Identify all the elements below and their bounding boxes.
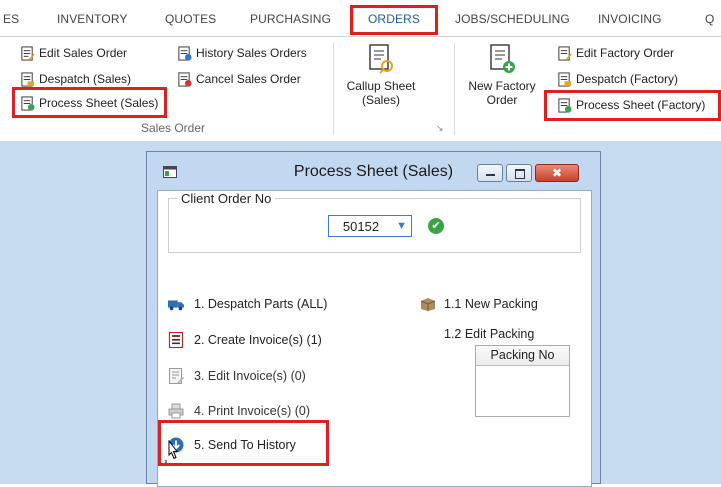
edit-invoice-label: 3. Edit Invoice(s) (0): [194, 369, 306, 383]
document-cancel-icon: [178, 71, 192, 87]
edit-sales-order-button[interactable]: Edit Sales Order: [20, 43, 127, 63]
close-icon: ✖: [551, 166, 563, 180]
despatch-parts-action[interactable]: 1. Despatch Parts (ALL): [168, 294, 327, 314]
group-separator-2: [454, 43, 455, 135]
packing-column-header[interactable]: Packing No: [476, 346, 569, 366]
invoice-icon: [168, 332, 184, 348]
dialog-title: Process Sheet (Sales): [293, 163, 454, 180]
checkmark-icon[interactable]: ✔: [428, 218, 444, 234]
tab-purchasing[interactable]: PURCHASING: [250, 12, 331, 26]
tab-es[interactable]: ES: [3, 12, 19, 26]
document-edit-icon: [558, 45, 572, 61]
new-factory-order-button[interactable]: New Factory Order: [462, 43, 542, 107]
despatch-factory-label: Despatch (Factory): [576, 72, 679, 86]
tab-invoicing[interactable]: INVOICING: [598, 12, 662, 26]
tab-quotes[interactable]: QUOTES: [165, 12, 216, 26]
client-order-value: 50152: [342, 219, 380, 234]
despatch-parts-label: 1. Despatch Parts (ALL): [194, 297, 328, 311]
cancel-sales-order-label: Cancel Sales Order: [196, 72, 301, 86]
close-button[interactable]: ✖: [535, 164, 579, 182]
client-order-label: Client Order No: [181, 191, 272, 206]
new-packing-action[interactable]: 1.1 New Packing: [420, 294, 538, 314]
new-document-icon: [490, 44, 515, 73]
maximize-button[interactable]: [506, 164, 532, 182]
callup-sheet-icon: [369, 44, 393, 74]
orders-tab-highlight: [350, 5, 438, 35]
tab-jobs-scheduling[interactable]: JOBS/SCHEDULING: [455, 12, 570, 26]
document-despatch-icon: [558, 71, 572, 87]
packing-list[interactable]: Packing No: [475, 345, 570, 417]
edit-factory-order-label: Edit Factory Order: [576, 46, 675, 60]
despatch-factory-button[interactable]: Despatch (Factory): [557, 69, 678, 89]
sales-order-group-label: Sales Order: [141, 121, 206, 135]
process-sheet-dialog: Process Sheet (Sales) ✖ Client Order No …: [146, 151, 601, 487]
mouse-cursor-icon: [165, 440, 179, 463]
printer-icon: [168, 403, 184, 419]
edit-packing-action[interactable]: 1.2 Edit Packing: [444, 324, 534, 344]
document-history-icon: [178, 45, 192, 61]
edit-invoice-action[interactable]: 3. Edit Invoice(s) (0): [168, 366, 306, 386]
tab-inventory[interactable]: INVENTORY: [57, 12, 127, 26]
edit-sales-order-label: Edit Sales Order: [39, 46, 128, 60]
send-to-history-highlight: [158, 420, 329, 466]
callup-sheet-sales-button[interactable]: Callup Sheet (Sales): [343, 43, 419, 107]
history-sales-orders-label: History Sales Orders: [196, 46, 307, 60]
process-sheet-sales-highlight: [12, 87, 167, 118]
new-factory-label-1: New Factory: [468, 79, 536, 93]
callup-sheet-label-1: Callup Sheet: [346, 79, 416, 93]
print-invoice-action[interactable]: 4. Print Invoice(s) (0): [168, 401, 310, 421]
ribbon-panel: Edit Sales Order History Sales Orders De…: [0, 36, 721, 142]
group-separator: [333, 43, 334, 135]
ribbon-tab-bar: ES INVENTORY QUOTES PURCHASING ORDERS JO…: [0, 0, 721, 36]
despatch-sales-button[interactable]: Despatch (Sales): [20, 69, 131, 89]
maximize-icon: [515, 169, 525, 179]
edit-factory-order-button[interactable]: Edit Factory Order: [557, 43, 674, 63]
process-sheet-factory-highlight: [544, 90, 721, 121]
chevron-down-icon[interactable]: ▼: [396, 220, 407, 232]
tab-truncated[interactable]: Q: [705, 12, 714, 26]
document-despatch-icon: [21, 71, 35, 87]
print-invoice-label: 4. Print Invoice(s) (0): [194, 404, 311, 418]
create-invoice-label: 2. Create Invoice(s) (1): [194, 333, 322, 347]
callup-sheet-label-2: (Sales): [361, 93, 400, 107]
new-packing-label: 1.1 New Packing: [444, 297, 538, 311]
new-factory-label-2: Order: [486, 93, 518, 107]
minimize-icon: [486, 174, 495, 176]
despatch-sales-label: Despatch (Sales): [39, 72, 132, 86]
truck-icon: [168, 300, 184, 311]
cancel-sales-order-button[interactable]: Cancel Sales Order: [177, 69, 301, 89]
minimize-button[interactable]: [477, 164, 503, 182]
edit-packing-label: 1.2 Edit Packing: [444, 327, 535, 341]
document-edit-icon: [21, 45, 35, 61]
box-icon: [420, 298, 436, 311]
create-invoice-action[interactable]: 2. Create Invoice(s) (1): [168, 330, 322, 350]
edit-document-icon: [169, 368, 184, 384]
group-launcher-icon[interactable]: ↘: [436, 123, 444, 134]
history-sales-orders-button[interactable]: History Sales Orders: [177, 43, 307, 63]
client-order-combobox[interactable]: 50152 ▼: [328, 215, 412, 237]
